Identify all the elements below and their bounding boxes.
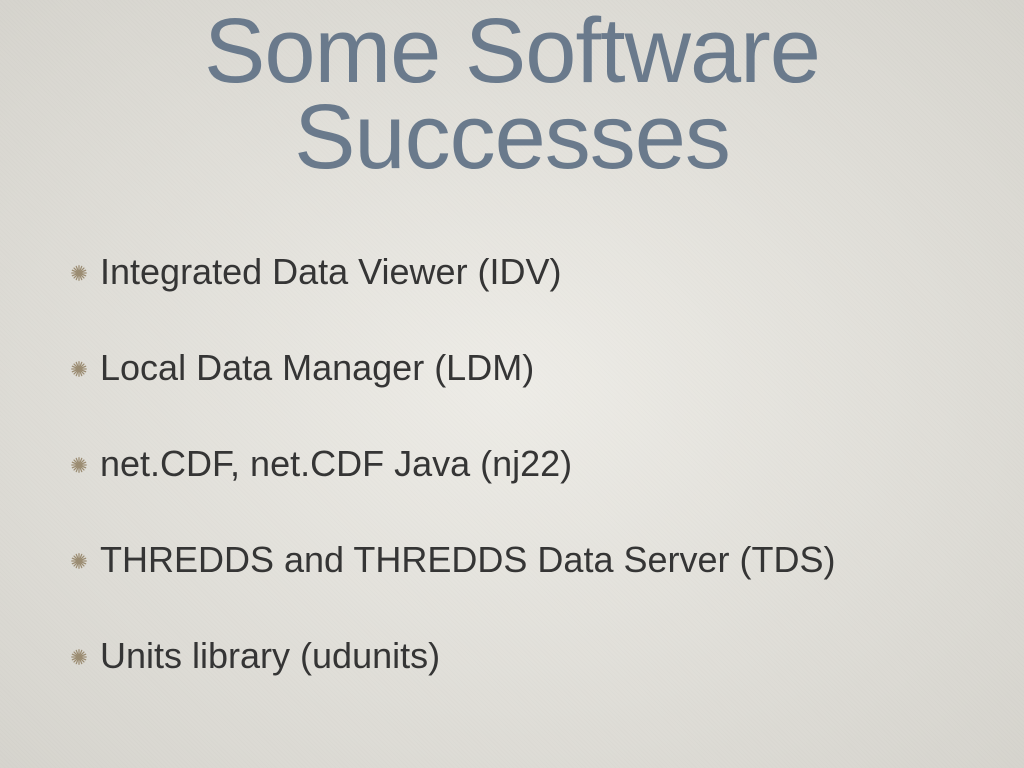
bullet-list: Integrated Data Viewer (IDV) [70,251,964,677]
asterisk-icon [70,360,88,378]
list-item: Local Data Manager (LDM) [70,347,964,389]
list-item-label: Local Data Manager (LDM) [100,347,534,389]
list-item-label: THREDDS and THREDDS Data Server (TDS) [100,539,836,581]
slide-title: Some Software Successes [60,0,964,181]
asterisk-icon [70,264,88,282]
asterisk-icon [70,456,88,474]
asterisk-icon [70,552,88,570]
list-item: Integrated Data Viewer (IDV) [70,251,964,293]
list-item-label: net.CDF, net.CDF Java (nj22) [100,443,572,485]
list-item-label: Integrated Data Viewer (IDV) [100,251,562,293]
list-item-label: Units library (udunits) [100,635,440,677]
asterisk-icon [70,648,88,666]
list-item: Units library (udunits) [70,635,964,677]
list-item: net.CDF, net.CDF Java (nj22) [70,443,964,485]
slide: Some Software Successes Int [0,0,1024,768]
list-item: THREDDS and THREDDS Data Server (TDS) [70,539,964,581]
